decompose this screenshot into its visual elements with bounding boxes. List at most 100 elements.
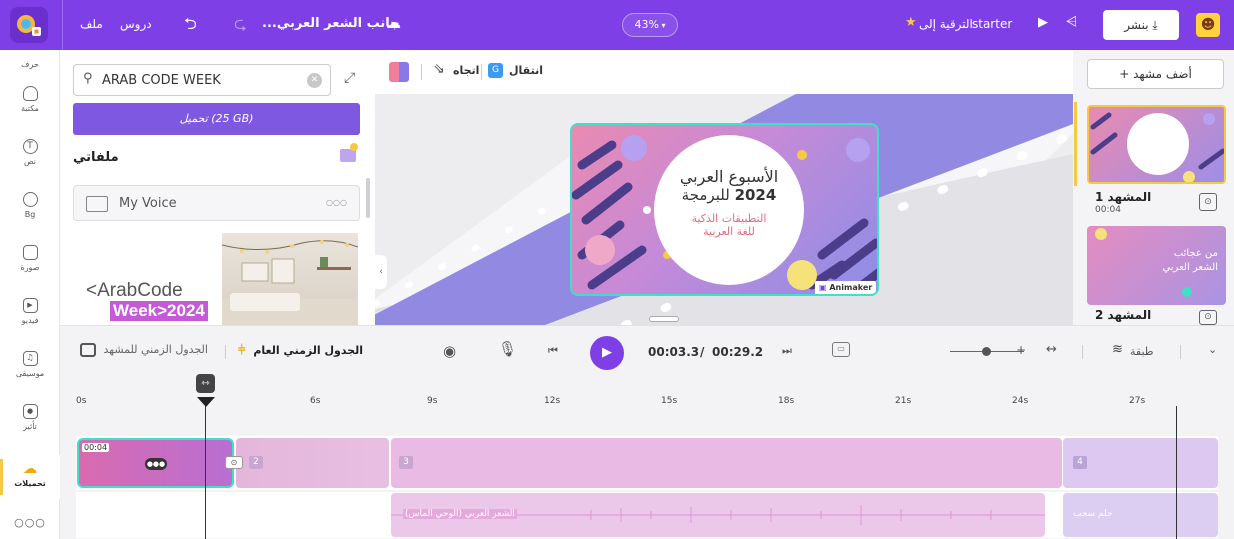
menu-lessons[interactable]: دروس xyxy=(120,17,152,31)
undo-icon[interactable]: ⮌ xyxy=(184,13,197,40)
nav-item-image[interactable]: صورة xyxy=(0,239,60,283)
scene2-label: المشهد 2 xyxy=(1095,308,1152,322)
scene-clip-4[interactable]: 4 xyxy=(1063,438,1218,488)
upload-thumb-room[interactable] xyxy=(222,233,358,325)
panel-scrollbar[interactable] xyxy=(366,178,370,218)
transition-icon[interactable]: G xyxy=(488,63,503,78)
nav-item-effect[interactable]: ● تأثير xyxy=(0,398,60,442)
zoom-select[interactable]: 43% ▾ xyxy=(622,13,678,37)
subtitles-icon[interactable]: ▭ xyxy=(832,342,850,357)
share-icon[interactable]: ⩤ xyxy=(1066,14,1077,30)
search-box[interactable]: ⚲ ARAB CODE WEEK ✕ xyxy=(73,64,331,96)
scene-timeline-icon xyxy=(80,343,96,357)
collapse-panel-handle[interactable]: ‹ xyxy=(375,255,387,289)
transition-link-icon[interactable]: ⊙ xyxy=(225,456,243,469)
scene1-label: المشهد 1 xyxy=(1095,190,1152,204)
folder-name: My Voice xyxy=(119,196,177,211)
upgrade-star-icon: ★ xyxy=(905,15,917,30)
zoom-slider[interactable] xyxy=(950,347,1024,356)
clear-search-icon[interactable]: ✕ xyxy=(307,73,322,88)
search-icon: ⚲ xyxy=(83,71,93,86)
scene-link-icon[interactable]: ⊙ xyxy=(1199,193,1217,211)
audio-clip-2[interactable]: حلم سحب xyxy=(1063,493,1218,537)
play-button[interactable]: ▶ xyxy=(590,336,624,370)
my-voice-folder[interactable]: My Voice ○○○ xyxy=(73,185,360,221)
topbar-divider xyxy=(62,0,63,50)
clip-more-icon[interactable]: ●●● xyxy=(145,458,167,470)
publish-label: بنشر xyxy=(1124,18,1149,32)
redo-icon[interactable]: ⮎ xyxy=(234,13,247,40)
scene-clip-2[interactable]: ⊙ 2 xyxy=(225,438,389,488)
collapse-timeline-icon[interactable]: ⌄ xyxy=(1208,343,1217,356)
nav-item-music[interactable]: ♫ موسيقى xyxy=(0,345,60,389)
canvas-stage: ⇘ اتجاه G انتقال الأسبوع العربي 2024 للب… xyxy=(375,50,1073,325)
timeline-resize-handle[interactable] xyxy=(649,316,679,322)
playhead-handle[interactable]: ⇿ xyxy=(196,374,215,393)
global-timeline-toggle[interactable]: ⫩ الجدول الزمني العام xyxy=(238,343,363,361)
skip-back-icon[interactable]: ⏮ xyxy=(548,344,558,358)
zoom-slider-thumb[interactable] xyxy=(982,347,991,356)
zoom-in-icon[interactable]: + xyxy=(1016,343,1026,357)
nav-item-uploads[interactable]: ☁ تحميلات xyxy=(0,455,60,499)
stage-toolbar: ⇘ اتجاه G انتقال xyxy=(375,50,1073,94)
direction-label[interactable]: اتجاه xyxy=(453,64,479,77)
fit-width-icon[interactable]: ↔ xyxy=(1046,342,1057,357)
color-swatch[interactable] xyxy=(389,62,409,82)
scene-thumb-2[interactable]: من عجائب الشعر العربي xyxy=(1087,226,1226,305)
layer-label[interactable]: طبقة xyxy=(1130,345,1154,358)
transition-label[interactable]: انتقال xyxy=(509,64,543,77)
scene-thumb-1[interactable] xyxy=(1087,105,1226,184)
scene-clip-3[interactable]: 3 xyxy=(391,438,1062,488)
time-ruler[interactable]: 0s 3s 6s 9s 12s 15s 18s 21s 24s 27s xyxy=(76,391,1218,409)
nav-label: تحميلات xyxy=(14,479,46,488)
project-title[interactable]: ...جانب الشعر العربي xyxy=(262,16,400,31)
ruler-tick: 21s xyxy=(895,396,912,406)
ruler-tick: 0s xyxy=(76,396,87,406)
upload-thumb-arabcode[interactable]: <ArabCode Week>2024 xyxy=(80,233,218,325)
slide-canvas[interactable]: الأسبوع العربي 2024 للبرمجة التطبيقات ال… xyxy=(570,123,879,296)
audio-clip-1[interactable]: الشعر العربي (الوحي الماس) xyxy=(391,493,1045,537)
preview-play-icon[interactable]: ▶ xyxy=(1038,15,1048,30)
folder-icon xyxy=(86,196,108,212)
nav-item-bg[interactable]: Bg xyxy=(0,186,60,230)
nav-item-text[interactable]: T نص xyxy=(0,133,60,177)
record-voice-icon[interactable]: 🎙 xyxy=(498,340,517,358)
end-marker-line xyxy=(1176,406,1177,539)
nav-label: صورة xyxy=(20,263,40,272)
slide-title-line2: 2024 للبرمجة xyxy=(654,186,804,204)
nav-label: Bg xyxy=(24,210,36,219)
audio-clip-label: الشعر العربي (الوحي الماس) xyxy=(403,509,517,519)
nav-item-video[interactable]: ▶ فيديو xyxy=(0,292,60,336)
publish-button[interactable]: بنشر ⤓ xyxy=(1103,10,1179,40)
upgrade-link[interactable]: الترقية إلى xyxy=(919,17,973,31)
add-scene-button[interactable]: + أضف مشهد xyxy=(1087,59,1224,89)
active-indicator xyxy=(0,459,3,495)
global-timeline-icon: ⫩ xyxy=(238,343,246,358)
search-input[interactable]: ARAB CODE WEEK xyxy=(102,73,221,88)
watermark-text: Animaker xyxy=(829,283,873,292)
menu-file[interactable]: ملف xyxy=(80,17,103,31)
uploads-icon: ☁ xyxy=(23,461,37,477)
nav-label: موسيقى xyxy=(15,369,45,378)
folder-more-icon[interactable]: ○○○ xyxy=(326,198,347,207)
active-scene-indicator xyxy=(1074,102,1077,186)
expand-icon[interactable]: ⤢ xyxy=(344,70,355,86)
direction-icon[interactable]: ⇘ xyxy=(433,61,445,77)
avatar[interactable]: ☻ xyxy=(1196,13,1220,37)
layer-icon[interactable]: ≋ xyxy=(1112,342,1123,357)
ruler-tick: 6s xyxy=(310,396,321,406)
more-icon[interactable]: ○○○ xyxy=(0,516,60,539)
app-logo[interactable] xyxy=(10,7,48,43)
ruler-tick: 27s xyxy=(1129,396,1146,406)
upload-button[interactable]: تحميل (25 GB) xyxy=(73,103,360,135)
global-timeline-label: الجدول الزمني العام xyxy=(253,344,364,357)
scene-clip-1[interactable]: 00:04 ●●● xyxy=(77,438,234,488)
nav-label: مكتبة xyxy=(21,104,39,113)
camera-focus-icon[interactable]: ◉ xyxy=(443,342,456,360)
download-icon: ⤓ xyxy=(1152,18,1158,32)
nav-item-library[interactable]: مكتبة xyxy=(0,80,60,124)
scene-link-icon[interactable]: ⊙ xyxy=(1199,310,1217,325)
skip-forward-icon[interactable]: ⏭ xyxy=(782,344,792,358)
scene-timeline-toggle[interactable]: الجدول الزمني للمشهد xyxy=(80,343,208,361)
scene1-decor xyxy=(1090,112,1224,182)
